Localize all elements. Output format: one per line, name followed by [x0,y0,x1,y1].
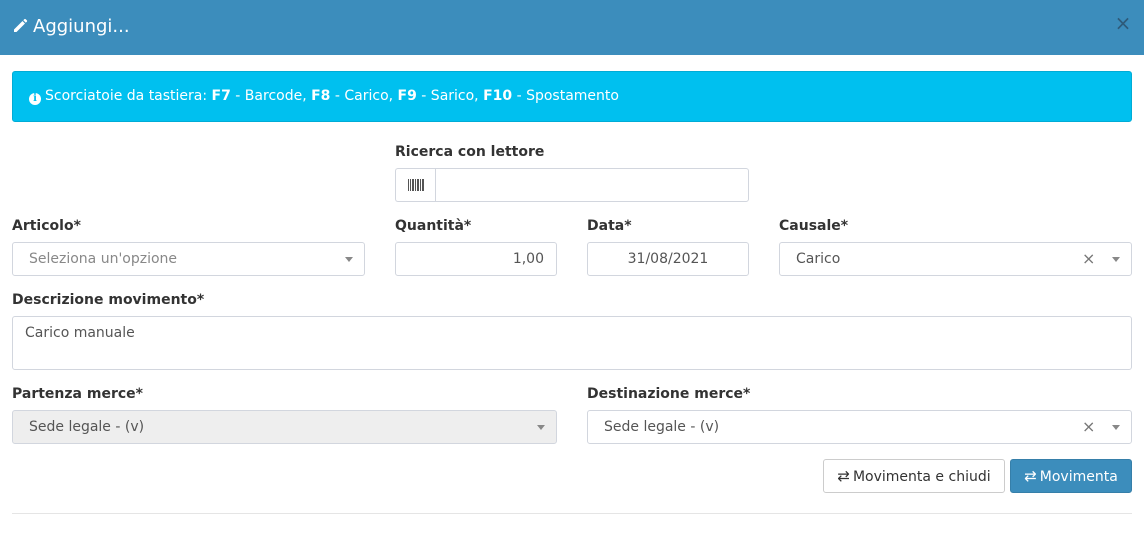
dialog-header: Aggiungi... × [0,0,1144,55]
barcode-icon [408,179,424,191]
quantita-label: Quantità* [395,218,472,234]
data-value: 31/08/2021 [627,251,709,267]
partenza-value: Sede legale - (v) [29,419,145,435]
shortcut-label-barcode: - Barcode, [230,88,312,104]
barcode-addon [395,168,436,202]
pencil-icon [12,18,28,34]
destinazione-value: Sede legale - (v) [604,419,720,435]
shortcut-label-sarico: - Sarico, [416,88,484,104]
causale-value: Carico [796,251,841,267]
chevron-down-icon [537,425,545,430]
partenza-select: Sede legale - (v) [12,410,557,444]
quantita-value: 1,00 [512,251,544,267]
chevron-down-icon [1112,425,1120,430]
footer-divider [12,513,1132,514]
chevron-down-icon [1112,257,1120,262]
articolo-placeholder: Seleziona un'opzione [29,251,178,267]
data-label: Data* [587,218,632,234]
shortcuts-alert: i Scorciatoie da tastiera: F7 - Barcode, … [12,71,1132,122]
exchange-icon: ⇄ [837,467,850,485]
shortcut-label-spostamento: - Spostamento [512,88,619,104]
descrizione-label: Descrizione movimento* [12,292,205,308]
quantita-input[interactable]: 1,00 [395,242,557,276]
causale-label: Causale* [779,218,849,234]
info-icon: i [29,93,41,105]
movimenta-label: Movimenta [1039,469,1118,485]
movimenta-button[interactable]: ⇄ Movimenta [1010,459,1132,493]
movimenta-e-chiudi-label: Movimenta e chiudi [852,469,991,485]
chevron-down-icon [345,257,353,262]
articolo-label: Articolo* [12,218,81,234]
data-input[interactable]: 31/08/2021 [587,242,749,276]
barcode-input[interactable] [435,168,749,202]
destinazione-select[interactable]: Sede legale - (v) × [587,410,1132,444]
shortcut-key-f8: F8 [311,88,331,104]
clear-icon[interactable]: × [1082,243,1095,275]
shortcut-key-f9: F9 [397,88,417,104]
dialog-title: Aggiungi... [33,16,130,37]
partenza-label: Partenza merce* [12,386,143,402]
destinazione-label: Destinazione merce* [587,386,751,402]
close-icon[interactable]: × [1114,13,1132,33]
articolo-select[interactable]: Seleziona un'opzione [12,242,365,276]
descrizione-textarea[interactable]: Carico manuale [12,316,1132,370]
exchange-icon: ⇄ [1024,467,1037,485]
barcode-label: Ricerca con lettore [395,144,545,160]
clear-icon[interactable]: × [1082,411,1095,443]
shortcut-key-f7: F7 [211,88,231,104]
causale-select[interactable]: Carico × [779,242,1132,276]
alert-prefix: Scorciatoie da tastiera: [45,88,212,104]
shortcut-label-carico: - Carico, [330,88,398,104]
shortcut-key-f10: F10 [483,88,513,104]
movimenta-e-chiudi-button[interactable]: ⇄ Movimenta e chiudi [823,459,1005,493]
